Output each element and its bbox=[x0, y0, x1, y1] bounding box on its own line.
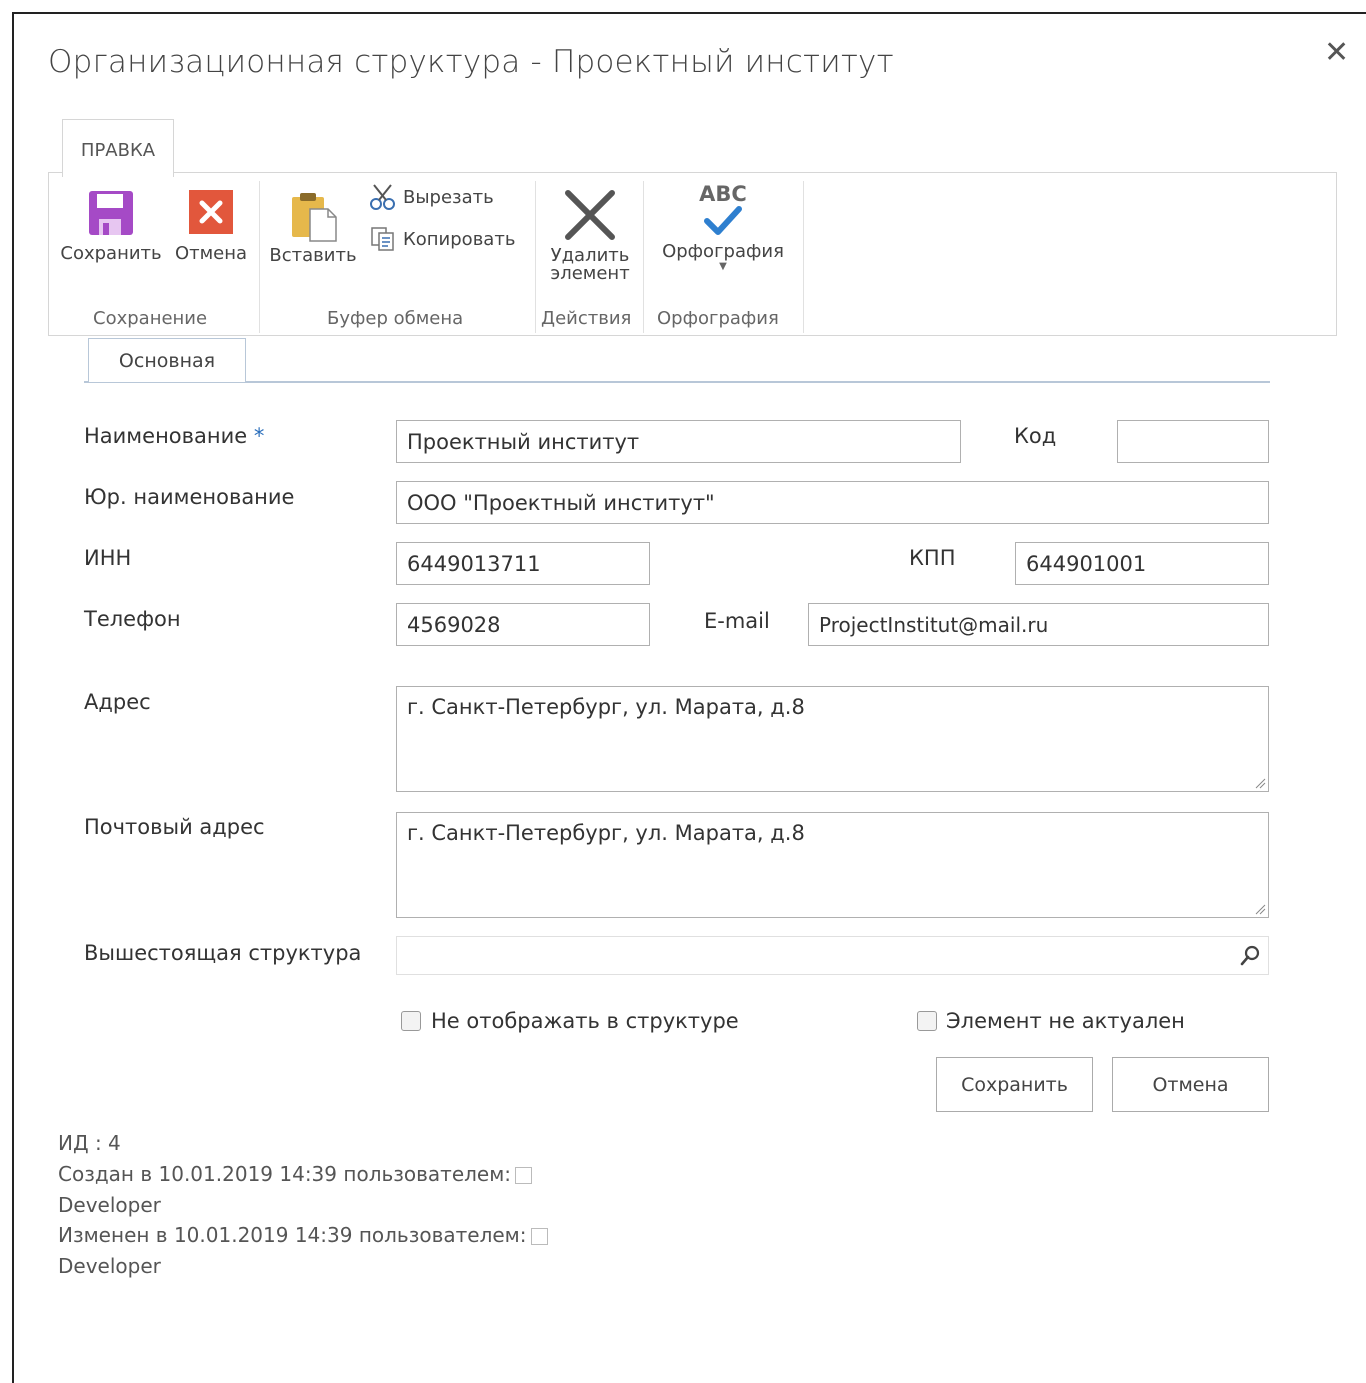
ribbon-spelling-button[interactable]: ABC Орфография ▼ bbox=[653, 183, 793, 272]
code-input[interactable] bbox=[1117, 420, 1269, 463]
spelling-abc-icon: ABC bbox=[699, 182, 747, 206]
phone-input[interactable]: 4569028 bbox=[396, 603, 650, 646]
dialog: Организационная структура - Проектный ин… bbox=[12, 12, 1366, 1383]
ribbon-separator bbox=[803, 181, 804, 333]
group-label-spelling: Орфография bbox=[657, 308, 779, 329]
group-label-actions: Действия bbox=[541, 308, 632, 329]
ribbon-paste-label: Вставить bbox=[269, 245, 357, 266]
phone-label: Телефон bbox=[84, 607, 181, 631]
created-prefix: Создан в bbox=[58, 1162, 153, 1186]
created-by-label: пользователем: bbox=[343, 1162, 512, 1186]
checkmark-icon bbox=[704, 206, 742, 235]
created-line: Создан в 10.01.2019 14:39 пользователем: bbox=[58, 1162, 533, 1186]
name-input[interactable]: Проектный институт bbox=[396, 420, 961, 463]
user-icon bbox=[515, 1167, 533, 1184]
ribbon-copy-button[interactable]: Копировать bbox=[369, 225, 515, 253]
ribbon-save-button[interactable]: Сохранить bbox=[59, 189, 163, 264]
copy-icon bbox=[371, 227, 394, 251]
modified-by-label: пользователем: bbox=[358, 1223, 527, 1247]
parent-structure-label: Вышестоящая структура bbox=[84, 941, 362, 965]
close-icon[interactable]: ✕ bbox=[1324, 38, 1349, 68]
kpp-label: КПП bbox=[909, 546, 956, 570]
group-label-clipboard: Буфер обмена bbox=[327, 308, 464, 329]
legal-name-label: Юр. наименование bbox=[84, 485, 295, 509]
postal-address-textarea[interactable]: г. Санкт-Петербург, ул. Марата, д.8 bbox=[396, 812, 1269, 918]
ribbon-delete-button[interactable]: Удалить элемент bbox=[543, 189, 637, 283]
modified-prefix: Изменен в bbox=[58, 1223, 168, 1247]
ribbon-tab-edit[interactable]: ПРАВКА bbox=[62, 119, 174, 177]
id-line: ИД : 4 bbox=[58, 1131, 121, 1155]
ribbon: Сохранить Отмена Сохранение Вставить Выр… bbox=[48, 172, 1337, 336]
resize-handle-icon[interactable] bbox=[1254, 777, 1266, 789]
ribbon-cancel-button[interactable]: Отмена bbox=[171, 189, 251, 264]
ribbon-delete-label-2: элемент bbox=[550, 263, 630, 284]
address-textarea[interactable]: г. Санкт-Петербург, ул. Марата, д.8 bbox=[396, 686, 1269, 792]
required-asterisk: * bbox=[253, 424, 265, 448]
postal-address-label: Почтовый адрес bbox=[84, 815, 265, 839]
modified-user[interactable]: Developer bbox=[58, 1254, 161, 1278]
parent-structure-input[interactable] bbox=[396, 936, 1269, 975]
scissors-icon bbox=[370, 184, 395, 210]
created-user[interactable]: Developer bbox=[58, 1193, 161, 1217]
ribbon-cut-button[interactable]: Вырезать bbox=[369, 183, 494, 211]
created-datetime: 10.01.2019 14:39 bbox=[158, 1162, 338, 1186]
inactive-checkbox[interactable] bbox=[917, 1011, 937, 1031]
dialog-title: Организационная структура - Проектный ин… bbox=[48, 44, 894, 80]
cancel-icon bbox=[189, 190, 233, 234]
user-icon bbox=[530, 1228, 548, 1245]
address-label: Адрес bbox=[84, 690, 151, 714]
tab-underline bbox=[84, 381, 1270, 383]
search-icon[interactable] bbox=[1238, 944, 1262, 968]
ribbon-save-label: Сохранить bbox=[60, 243, 162, 264]
kpp-input[interactable]: 644901001 bbox=[1015, 542, 1269, 585]
email-input[interactable]: ProjectInstitut@mail.ru bbox=[808, 603, 1269, 646]
ribbon-cut-label: Вырезать bbox=[403, 186, 494, 208]
inn-label: ИНН bbox=[84, 546, 132, 570]
group-label-save: Сохранение bbox=[93, 308, 208, 329]
hide-in-structure-label: Не отображать в структуре bbox=[431, 1009, 739, 1033]
ribbon-spelling-label: Орфография bbox=[662, 241, 784, 262]
modified-line: Изменен в 10.01.2019 14:39 пользователем… bbox=[58, 1223, 548, 1247]
address-text: г. Санкт-Петербург, ул. Марата, д.8 bbox=[407, 695, 805, 719]
code-label: Код bbox=[1014, 424, 1057, 448]
cancel-button[interactable]: Отмена bbox=[1112, 1057, 1269, 1112]
ribbon-copy-label: Копировать bbox=[403, 228, 516, 250]
ribbon-paste-button[interactable]: Вставить bbox=[267, 189, 359, 266]
save-button[interactable]: Сохранить bbox=[936, 1057, 1093, 1112]
hide-in-structure-checkbox[interactable] bbox=[401, 1011, 421, 1031]
save-icon bbox=[89, 191, 133, 235]
tab-main[interactable]: Основная bbox=[88, 338, 246, 382]
modified-datetime: 10.01.2019 14:39 bbox=[173, 1223, 353, 1247]
inactive-label: Элемент не актуален bbox=[946, 1009, 1185, 1033]
legal-name-input[interactable]: ООО "Проектный институт" bbox=[396, 481, 1269, 524]
email-label: E-mail bbox=[704, 609, 770, 633]
dropdown-arrow-icon: ▼ bbox=[719, 261, 727, 272]
name-label-text: Наименование bbox=[84, 424, 248, 448]
inn-input[interactable]: 6449013711 bbox=[396, 542, 650, 585]
resize-handle-icon[interactable] bbox=[1254, 903, 1266, 915]
ribbon-separator bbox=[643, 181, 644, 333]
ribbon-cancel-label: Отмена bbox=[174, 243, 248, 264]
name-label: Наименование * bbox=[84, 424, 264, 448]
ribbon-separator bbox=[259, 181, 260, 333]
delete-x-icon bbox=[565, 190, 615, 240]
postal-address-text: г. Санкт-Петербург, ул. Марата, д.8 bbox=[407, 821, 805, 845]
ribbon-separator bbox=[535, 181, 536, 333]
paste-icon bbox=[292, 193, 337, 242]
